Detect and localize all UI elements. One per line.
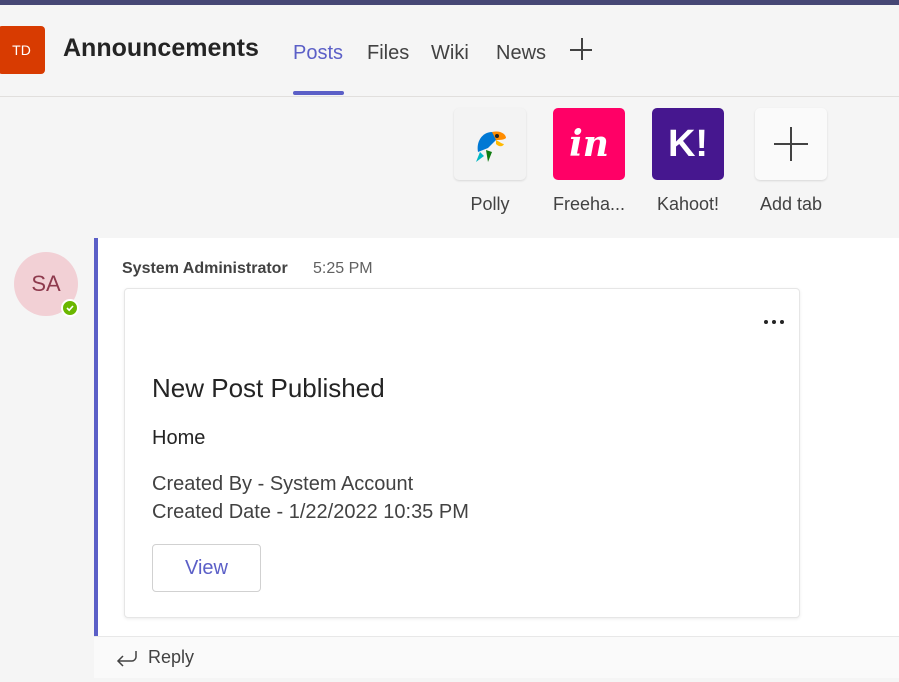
plus-icon [755, 108, 827, 180]
channel-title: Announcements [63, 34, 259, 62]
message-post: System Administrator 5:25 PM New Post Pu… [94, 238, 899, 636]
app-tile-add-tab[interactable]: Add tab [754, 108, 828, 215]
message-author[interactable]: System Administrator [122, 260, 288, 278]
app-label: Add tab [759, 194, 823, 214]
app-tile-kahoot[interactable]: K! Kahoot! [651, 108, 725, 215]
card-subtitle: Home [152, 427, 206, 449]
adaptive-card: New Post Published Home Created By - Sys… [124, 288, 800, 618]
card-title: New Post Published [152, 373, 385, 403]
created-by-text: Created By - System Account [152, 473, 414, 495]
active-tab-indicator [293, 91, 344, 95]
reply-arrow-icon [116, 651, 137, 667]
app-label: Kahoot! [656, 194, 720, 214]
app-tile-freehand[interactable]: in Freeha... [552, 108, 626, 215]
presence-available-icon [61, 299, 79, 317]
reply-label: Reply [148, 647, 195, 667]
tab-posts[interactable]: Posts [293, 42, 343, 65]
more-options-icon[interactable] [761, 309, 787, 335]
team-initials: TD [12, 42, 31, 58]
team-avatar[interactable]: TD [0, 26, 45, 74]
message-timestamp: 5:25 PM [313, 260, 373, 277]
channel-header: TD Announcements Posts Files Wiki News [0, 5, 899, 97]
kahoot-icon: K! [652, 108, 724, 180]
tab-news[interactable]: News [496, 42, 546, 65]
app-label: Polly [470, 194, 510, 214]
app-tile-polly[interactable]: Polly [453, 108, 527, 215]
add-tab-plus-icon[interactable] [569, 37, 595, 63]
tab-files[interactable]: Files [367, 42, 409, 65]
tab-wiki[interactable]: Wiki [431, 42, 469, 65]
created-date-text: Created Date - 1/22/2022 10:35 PM [152, 501, 469, 523]
avatar-initials: SA [31, 271, 61, 296]
polly-parrot-icon [454, 108, 526, 180]
view-button[interactable]: View [152, 544, 261, 592]
app-label: Freeha... [552, 194, 626, 214]
reply-bar[interactable]: Reply [94, 636, 899, 678]
invision-freehand-icon: in [553, 108, 625, 180]
